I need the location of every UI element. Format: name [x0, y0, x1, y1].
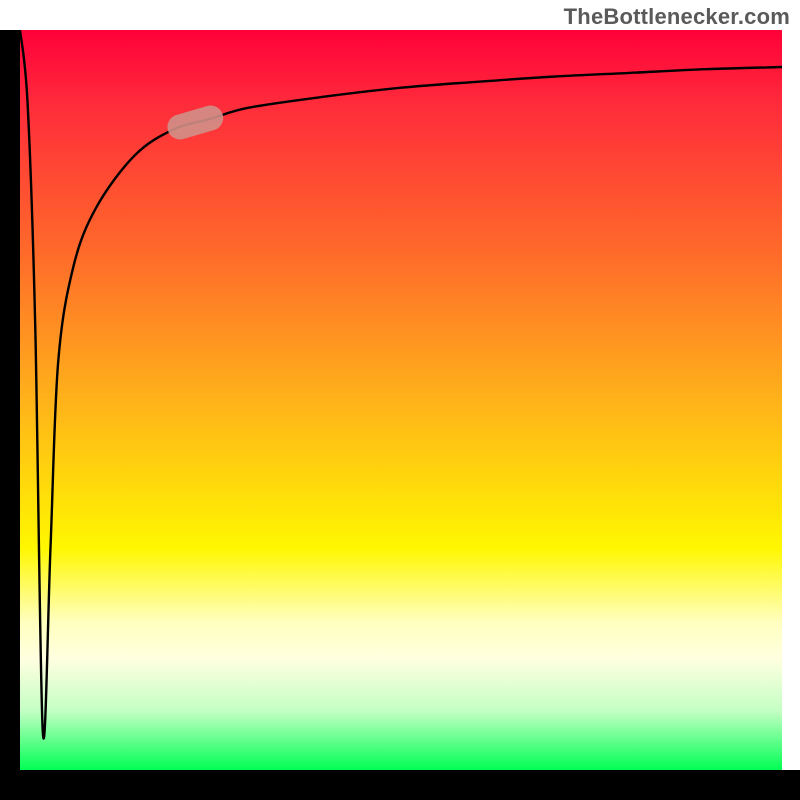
bottleneck-curve — [20, 30, 782, 738]
y-axis — [0, 30, 20, 770]
plot-svg — [20, 30, 782, 770]
plot-area — [20, 30, 782, 770]
attribution-label: TheBottlenecker.com — [564, 4, 790, 30]
x-axis — [0, 770, 800, 800]
curve-marker — [165, 103, 225, 142]
